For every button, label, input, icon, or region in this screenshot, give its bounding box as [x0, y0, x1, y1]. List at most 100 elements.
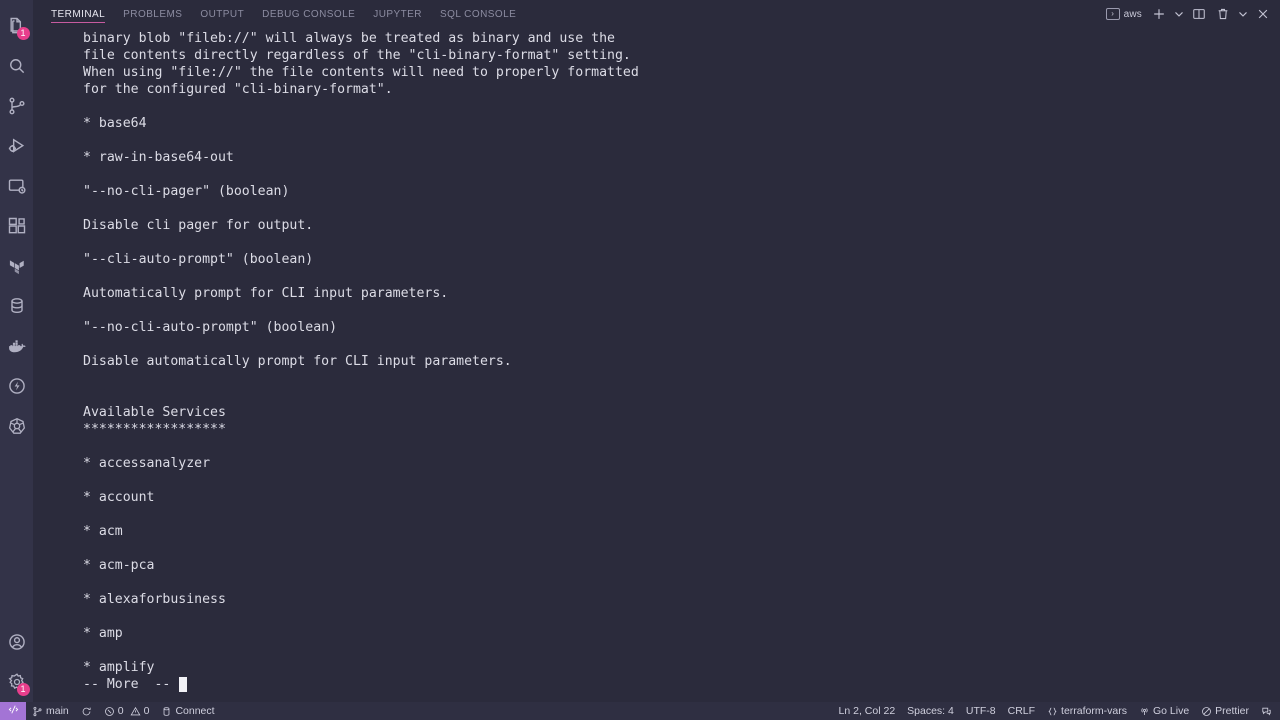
terminal-line: for the configured "cli-binary-format". — [83, 82, 393, 97]
status-sync-changes[interactable] — [75, 702, 98, 720]
sidebar-item-extensions[interactable] — [0, 206, 34, 246]
terminal-line: * raw-in-base64-out — [83, 150, 234, 165]
terminal-line: Disable cli pager for output. — [83, 218, 314, 233]
sidebar-item-run-and-debug[interactable] — [0, 126, 34, 166]
sidebar-item-remote-explorer[interactable] — [0, 166, 34, 206]
tab-output[interactable]: OUTPUT — [191, 0, 253, 28]
terminal-tab-aws[interactable]: › aws — [1104, 4, 1146, 24]
tab-debug-console-label: DEBUG CONSOLE — [262, 8, 356, 20]
sidebar-item-explorer[interactable]: 1 — [0, 6, 34, 46]
status-connect-label: Connect — [175, 705, 215, 717]
terminal-line: * acm — [83, 524, 123, 539]
status-prettier[interactable]: Prettier — [1195, 702, 1255, 720]
status-language-mode-label: terraform-vars — [1061, 705, 1127, 717]
extensions-icon — [7, 216, 27, 236]
sidebar-item-terraform[interactable] — [0, 246, 34, 286]
sidebar-item-source-control[interactable] — [0, 86, 34, 126]
sidebar-item-accounts[interactable] — [0, 622, 34, 662]
tab-jupyter[interactable]: JUPYTER — [364, 0, 431, 28]
status-bar-left: main 0 0 Connect — [26, 702, 221, 720]
terminal-line: binary blob "fileb://" will always be tr… — [83, 31, 615, 46]
status-encoding[interactable]: UTF-8 — [960, 702, 1002, 720]
account-icon — [7, 632, 27, 652]
status-editor-position[interactable]: Ln 2, Col 22 — [833, 702, 902, 720]
close-icon — [1256, 7, 1270, 21]
warning-icon — [130, 706, 141, 717]
terminal-prompt-line: -- More -- — [83, 676, 1280, 693]
maximize-panel-button[interactable] — [1236, 3, 1250, 25]
status-indentation[interactable]: Spaces: 4 — [901, 702, 960, 720]
remote-window-indicator[interactable] — [0, 702, 26, 720]
close-panel-button[interactable] — [1252, 3, 1274, 25]
kill-terminal-button[interactable] — [1212, 3, 1234, 25]
tab-output-label: OUTPUT — [200, 8, 245, 20]
terminal-output-area[interactable]: binary blob "fileb://" will always be tr… — [34, 28, 1280, 702]
sidebar-item-manage-settings[interactable]: 1 — [0, 662, 34, 702]
brackets-icon — [1047, 706, 1058, 717]
trash-icon — [1216, 7, 1230, 21]
sidebar-item-database[interactable] — [0, 286, 34, 326]
status-branch-label: main — [46, 705, 69, 717]
status-problems[interactable]: 0 0 — [98, 702, 156, 720]
activity-bar: 1 1 — [0, 0, 34, 702]
status-go-live[interactable]: Go Live — [1133, 702, 1195, 720]
plus-icon — [1152, 7, 1166, 21]
status-bar-right: Ln 2, Col 22 Spaces: 4 UTF-8 CRLF terraf… — [833, 702, 1280, 720]
terminal-profile-dropdown[interactable] — [1172, 3, 1186, 25]
feedback-icon — [1261, 706, 1272, 717]
source-control-icon — [7, 96, 27, 116]
terminal-line: "--no-cli-auto-prompt" (boolean) — [83, 320, 338, 335]
terminal-line: * acm-pca — [83, 558, 155, 573]
check-circle-icon — [1201, 706, 1212, 717]
terminal-icon: › — [1105, 8, 1120, 20]
run-debug-icon — [7, 136, 27, 156]
terminal-line: file contents directly regardless of the… — [83, 48, 631, 63]
terminal-cursor — [179, 677, 188, 692]
tab-sql-console[interactable]: SQL CONSOLE — [431, 0, 525, 28]
status-eol[interactable]: CRLF — [1002, 702, 1041, 720]
chevron-down-icon — [1172, 7, 1186, 21]
terminal-line: * base64 — [83, 116, 147, 131]
tab-terminal-label: TERMINAL — [51, 8, 106, 20]
terminal-line: Disable automatically prompt for CLI inp… — [83, 354, 512, 369]
remote-window-icon — [8, 704, 19, 718]
status-language-mode[interactable]: terraform-vars — [1041, 702, 1133, 720]
terminal-lines: binary blob "fileb://" will always be tr… — [83, 30, 1280, 676]
status-editor-position-label: Ln 2, Col 22 — [838, 705, 896, 717]
status-indentation-label: Spaces: 4 — [907, 705, 954, 717]
tab-terminal[interactable]: TERMINAL — [42, 0, 114, 28]
status-branch[interactable]: main — [26, 702, 75, 720]
workbench-body: 1 1 TERMINAL PROBLEMS OUTPUT DEBUG CONSO… — [0, 0, 1280, 702]
terminal-line: * account — [83, 490, 155, 505]
status-connect[interactable]: Connect — [155, 702, 220, 720]
status-encoding-label: UTF-8 — [965, 705, 996, 717]
sidebar-item-thunder-client[interactable] — [0, 366, 34, 406]
tab-debug-console[interactable]: DEBUG CONSOLE — [253, 0, 364, 28]
status-notifications[interactable] — [1255, 702, 1278, 720]
chevron-down-icon — [1236, 7, 1250, 21]
sidebar-item-search[interactable] — [0, 46, 34, 86]
sidebar-item-docker[interactable] — [0, 326, 34, 366]
split-terminal-button[interactable] — [1188, 3, 1210, 25]
tab-problems[interactable]: PROBLEMS — [114, 0, 191, 28]
status-eol-label: CRLF — [1007, 705, 1036, 717]
sidebar-item-kubernetes[interactable] — [0, 406, 34, 446]
terminal-line: "--cli-auto-prompt" (boolean) — [83, 252, 314, 267]
terminal-panel: TERMINAL PROBLEMS OUTPUT DEBUG CONSOLE J… — [34, 0, 1280, 702]
sync-icon — [81, 706, 92, 717]
terminal-tab-label: aws — [1123, 8, 1142, 20]
settings-badge: 1 — [16, 683, 30, 696]
explorer-badge: 1 — [16, 27, 30, 40]
new-terminal-button[interactable] — [1148, 3, 1170, 25]
terminal-line: Available Services — [83, 405, 226, 420]
